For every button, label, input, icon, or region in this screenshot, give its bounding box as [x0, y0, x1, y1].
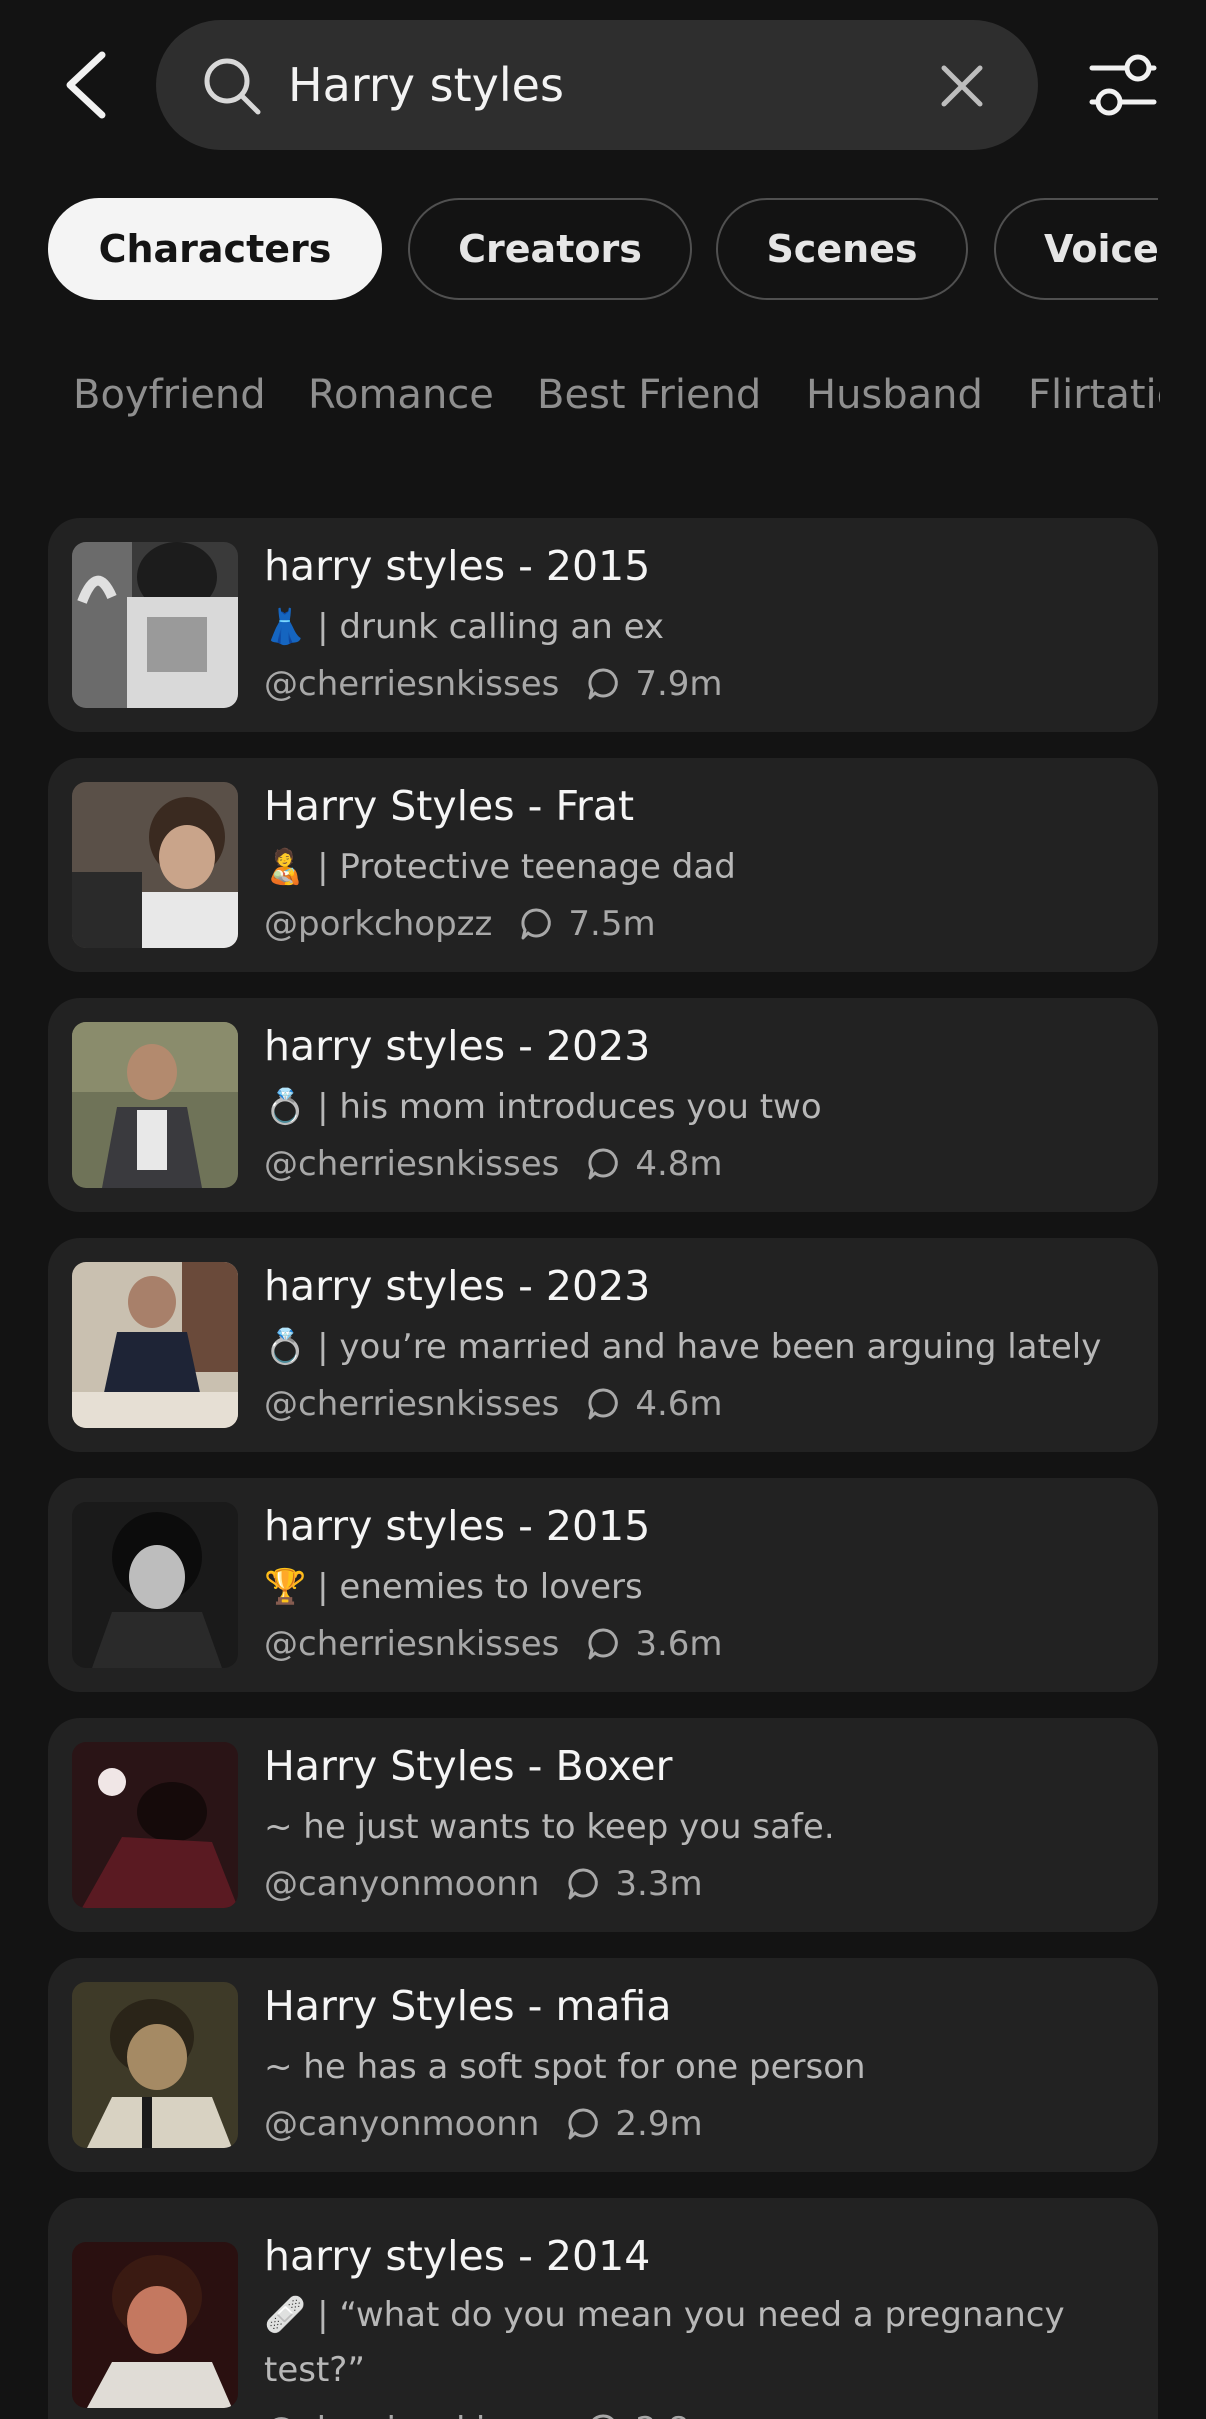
character-card[interactable]: harry styles - 2015 🏆 | enemies to lover… — [48, 1478, 1158, 1692]
character-avatar — [72, 1502, 238, 1668]
character-avatar — [72, 1022, 238, 1188]
search-results-screen: Characters Creators Scenes Voice Boyfrie… — [0, 0, 1206, 2419]
chat-count: 7.9m — [635, 664, 723, 704]
chat-count: 2.9m — [615, 2104, 703, 2144]
character-title: Harry Styles - mafia — [264, 1982, 672, 2030]
character-card[interactable]: harry styles - 2015 👗 | drunk calling an… — [48, 518, 1158, 732]
description-emoji: 👗 — [264, 607, 307, 647]
description-text: | Protective teenage dad — [317, 847, 736, 887]
subcategory-boyfriend[interactable]: Boyfriend — [73, 372, 266, 418]
character-card[interactable]: Harry Styles - mafia ~ he has a soft spo… — [48, 1958, 1158, 2172]
character-title: harry styles - 2014 — [264, 2232, 651, 2280]
character-card[interactable]: harry styles - 2023 💍 | you’re married a… — [48, 1238, 1158, 1452]
chat-bubble-icon — [568, 1868, 599, 1900]
subcategory-romance[interactable]: Romance — [308, 372, 494, 418]
tab-creators[interactable]: Creators — [408, 198, 692, 300]
character-description: 💍 | his mom introduces you two — [264, 1084, 1124, 1130]
subcategory-row: Boyfriend Romance Best Friend Husband Fl… — [0, 372, 1160, 442]
character-title: Harry Styles - Boxer — [264, 1742, 673, 1790]
card-meta: @cherriesnkisses 4.8m — [264, 1144, 723, 1184]
tab-scenes[interactable]: Scenes — [716, 198, 968, 300]
description-text: ~ he has a soft spot for one person — [264, 2047, 866, 2087]
character-card[interactable]: harry styles - 2014 🩹 | “what do you mea… — [48, 2198, 1158, 2419]
chat-bubble-icon — [588, 668, 619, 700]
character-avatar — [72, 782, 238, 948]
creator-handle[interactable]: @canyonmoonn — [264, 2104, 539, 2144]
description-text: | you’re married and have been arguing l… — [317, 1327, 1102, 1367]
creator-handle[interactable]: @canyonmoonn — [264, 1864, 539, 1904]
description-text: | his mom introduces you two — [317, 1087, 822, 1127]
search-bar — [156, 20, 1038, 150]
description-emoji: 🧑‍🍼 — [264, 847, 307, 887]
character-title: harry styles - 2015 — [264, 542, 651, 590]
description-text: | “what do you mean you need a pregnancy… — [264, 2295, 1065, 2390]
card-meta: @porkchopzz 7.5m — [264, 904, 656, 944]
character-avatar — [72, 1262, 238, 1428]
character-title: harry styles - 2023 — [264, 1022, 651, 1070]
search-input[interactable] — [288, 50, 908, 120]
character-description: ~ he has a soft spot for one person — [264, 2044, 1124, 2090]
card-meta: @cherriesnkisses 2.8m — [264, 2410, 723, 2419]
chat-count: 7.5m — [568, 904, 656, 944]
description-text: ~ he just wants to keep you safe. — [264, 1807, 835, 1847]
category-tabs: Characters Creators Scenes Voice — [48, 198, 1158, 302]
character-description: 👗 | drunk calling an ex — [264, 604, 1124, 650]
card-meta: @cherriesnkisses 3.6m — [264, 1624, 723, 1664]
character-card[interactable]: Harry Styles - Frat 🧑‍🍼 | Protective tee… — [48, 758, 1158, 972]
character-card[interactable]: harry styles - 2023 💍 | his mom introduc… — [48, 998, 1158, 1212]
chevron-left-icon — [66, 51, 106, 119]
card-meta: @canyonmoonn 2.9m — [264, 2104, 703, 2144]
creator-handle[interactable]: @cherriesnkisses — [264, 1384, 559, 1424]
description-emoji: 💍 — [264, 1327, 307, 1367]
character-avatar — [72, 1982, 238, 2148]
description-emoji: 🏆 — [264, 1567, 307, 1607]
character-avatar — [72, 542, 238, 708]
character-description: 💍 | you’re married and have been arguing… — [264, 1324, 1124, 1370]
description-text: | enemies to lovers — [317, 1567, 643, 1607]
character-description: 🧑‍🍼 | Protective teenage dad — [264, 844, 1124, 890]
creator-handle[interactable]: @cherriesnkisses — [264, 664, 559, 704]
character-description: 🩹 | “what do you mean you need a pregnan… — [264, 2288, 1124, 2398]
character-avatar — [72, 2242, 238, 2408]
chat-bubble-icon — [588, 1148, 619, 1180]
card-meta: @canyonmoonn 3.3m — [264, 1864, 703, 1904]
character-title: Harry Styles - Frat — [264, 782, 635, 830]
card-meta: @cherriesnkisses 7.9m — [264, 664, 723, 704]
chat-bubble-icon — [588, 1388, 619, 1420]
chat-bubble-icon — [592, 2414, 615, 2419]
description-text: | drunk calling an ex — [317, 607, 665, 647]
header — [0, 0, 1206, 160]
character-card[interactable]: Harry Styles - Boxer ~ he just wants to … — [48, 1718, 1158, 1932]
character-avatar — [72, 1742, 238, 1908]
creator-handle[interactable]: @cherriesnkisses — [264, 1144, 559, 1184]
close-icon[interactable] — [934, 58, 990, 114]
chat-bubble-icon — [568, 2108, 599, 2140]
card-meta: @cherriesnkisses 4.6m — [264, 1384, 723, 1424]
tab-characters[interactable]: Characters — [48, 198, 382, 300]
subcategory-flirtatious[interactable]: Flirtatic — [1028, 372, 1160, 418]
search-icon — [204, 58, 261, 115]
description-emoji: 💍 — [264, 1087, 307, 1127]
creator-handle[interactable]: @cherriesnkisses — [264, 2410, 559, 2419]
chat-count: 4.8m — [635, 1144, 723, 1184]
tab-voice[interactable]: Voice — [994, 198, 1158, 300]
subcategory-best-friend[interactable]: Best Friend — [537, 372, 761, 418]
chat-count: 4.6m — [635, 1384, 723, 1424]
character-title: harry styles - 2015 — [264, 1502, 651, 1550]
chat-bubble-icon — [588, 1628, 619, 1660]
subcategory-husband[interactable]: Husband — [806, 372, 983, 418]
chat-count: 3.6m — [635, 1624, 723, 1664]
creator-handle[interactable]: @porkchopzz — [264, 904, 492, 944]
back-button[interactable] — [46, 40, 126, 130]
chat-count: 2.8m — [635, 2410, 722, 2419]
chat-bubble-icon — [521, 908, 552, 940]
character-title: harry styles - 2023 — [264, 1262, 651, 1310]
chat-count: 3.3m — [615, 1864, 703, 1904]
character-description: 🏆 | enemies to lovers — [264, 1564, 1124, 1610]
character-description: ~ he just wants to keep you safe. — [264, 1804, 1124, 1850]
description-emoji: 🩹 — [264, 2295, 307, 2335]
creator-handle[interactable]: @cherriesnkisses — [264, 1624, 559, 1664]
filter-sliders-icon[interactable] — [1088, 52, 1158, 118]
